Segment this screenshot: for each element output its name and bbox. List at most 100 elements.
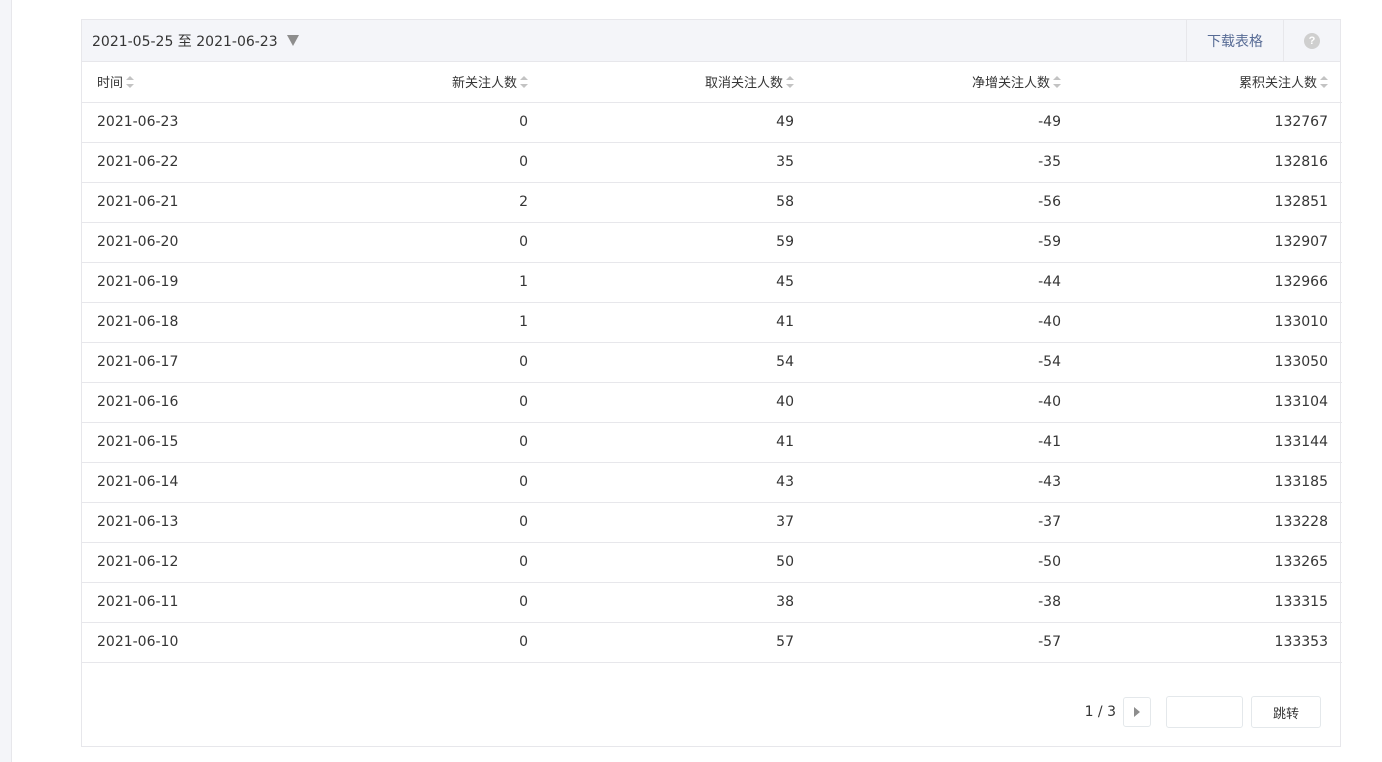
unfollowers-cell: 37: [542, 502, 808, 543]
new-followers-cell: 1: [262, 302, 542, 343]
table-row: 2021-06-10 0 57 -57 133353: [82, 622, 1342, 663]
sort-icon[interactable]: [786, 76, 794, 89]
new-followers-cell: 0: [262, 382, 542, 423]
table-toolbar: 2021-05-25 至 2021-06-23 下载表格 ?: [82, 20, 1340, 62]
stats-table: 时间 新关注人数 取消关注人数 净增关注人数 累积关注人数 2021-06-23…: [82, 62, 1342, 663]
data-table-panel: 2021-05-25 至 2021-06-23 下载表格 ? 时间 新关注人数 …: [81, 19, 1342, 747]
table-row: 2021-06-17 0 54 -54 133050: [82, 342, 1342, 383]
table-row: 2021-06-21 2 58 -56 132851: [82, 182, 1342, 223]
new-followers-cell: 0: [262, 542, 542, 583]
net-growth-cell: -37: [808, 502, 1075, 543]
sort-icon[interactable]: [126, 76, 135, 89]
net-growth-cell: -40: [808, 382, 1075, 423]
unfollowers-cell: 45: [542, 262, 808, 303]
table-row: 2021-06-12 0 50 -50 133265: [82, 542, 1342, 583]
column-header-date[interactable]: 时间: [82, 62, 262, 103]
new-followers-cell: 0: [262, 462, 542, 503]
date-cell: 2021-06-21: [82, 182, 262, 223]
date-cell: 2021-06-15: [82, 422, 262, 463]
date-range-picker[interactable]: 2021-05-25 至 2021-06-23: [82, 20, 1186, 61]
table-row: 2021-06-15 0 41 -41 133144: [82, 422, 1342, 463]
chevron-right-icon: [1134, 707, 1140, 717]
cumulative-cell: 133228: [1075, 502, 1342, 543]
column-header-label: 净增关注人数: [971, 76, 1050, 92]
date-cell: 2021-06-23: [82, 102, 262, 143]
net-growth-cell: -44: [808, 262, 1075, 303]
help-cell[interactable]: ?: [1283, 20, 1340, 61]
new-followers-cell: 0: [262, 102, 542, 143]
cumulative-cell: 132767: [1075, 102, 1342, 143]
unfollowers-cell: 35: [542, 142, 808, 183]
sort-icon[interactable]: [520, 76, 528, 89]
table-row: 2021-06-14 0 43 -43 133185: [82, 462, 1342, 503]
table-body: 2021-06-23 0 49 -49 132767 2021-06-22 0 35 -35 13…: [82, 102, 1342, 663]
new-followers-cell: 0: [262, 582, 542, 623]
new-followers-cell: 0: [262, 422, 542, 463]
unfollowers-cell: 54: [542, 342, 808, 383]
table-row: 2021-06-13 0 37 -37 133228: [82, 502, 1342, 543]
column-header-new-followers[interactable]: 新关注人数: [262, 62, 542, 103]
jump-button[interactable]: 跳转: [1251, 696, 1321, 728]
new-followers-cell: 1: [262, 262, 542, 303]
date-range-label: 2021-05-25 至 2021-06-23: [92, 33, 278, 50]
date-cell: 2021-06-18: [82, 302, 262, 343]
table-row: 2021-06-18 1 41 -40 133010: [82, 302, 1342, 343]
column-header-net-growth[interactable]: 净增关注人数: [808, 62, 1075, 103]
column-header-label: 累积关注人数: [1238, 76, 1317, 92]
table-row: 2021-06-16 0 40 -40 133104: [82, 382, 1342, 423]
cumulative-cell: 132816: [1075, 142, 1342, 183]
new-followers-cell: 0: [262, 342, 542, 383]
cumulative-cell: 133185: [1075, 462, 1342, 503]
download-table-button[interactable]: 下载表格: [1186, 20, 1283, 61]
cumulative-cell: 132966: [1075, 262, 1342, 303]
column-header-unfollowers[interactable]: 取消关注人数: [542, 62, 808, 103]
table-header-row: 时间 新关注人数 取消关注人数 净增关注人数 累积关注人数: [82, 62, 1342, 103]
table-row: 2021-06-11 0 38 -38 133315: [82, 582, 1342, 623]
unfollowers-cell: 40: [542, 382, 808, 423]
date-cell: 2021-06-22: [82, 142, 262, 183]
cumulative-cell: 133104: [1075, 382, 1342, 423]
new-followers-cell: 0: [262, 502, 542, 543]
left-rail: [0, 0, 12, 762]
column-header-cumulative[interactable]: 累积关注人数: [1075, 62, 1342, 103]
new-followers-cell: 0: [262, 222, 542, 263]
cumulative-cell: 132907: [1075, 222, 1342, 263]
new-followers-cell: 0: [262, 622, 542, 663]
unfollowers-cell: 57: [542, 622, 808, 663]
table-row: 2021-06-19 1 45 -44 132966: [82, 262, 1342, 303]
net-growth-cell: -57: [808, 622, 1075, 663]
net-growth-cell: -43: [808, 462, 1075, 503]
date-cell: 2021-06-13: [82, 502, 262, 543]
cumulative-cell: 133315: [1075, 582, 1342, 623]
date-cell: 2021-06-20: [82, 222, 262, 263]
date-cell: 2021-06-14: [82, 462, 262, 503]
column-header-label: 时间: [97, 76, 124, 92]
net-growth-cell: -40: [808, 302, 1075, 343]
date-cell: 2021-06-10: [82, 622, 262, 663]
new-followers-cell: 2: [262, 182, 542, 223]
pagination: 1 / 3 跳转: [1085, 696, 1321, 728]
caret-down-icon: [286, 35, 299, 46]
page-jump-input[interactable]: [1166, 696, 1243, 728]
net-growth-cell: -38: [808, 582, 1075, 623]
sort-icon[interactable]: [1320, 76, 1328, 89]
unfollowers-cell: 50: [542, 542, 808, 583]
cumulative-cell: 133050: [1075, 342, 1342, 383]
new-followers-cell: 0: [262, 142, 542, 183]
date-cell: 2021-06-11: [82, 582, 262, 623]
sort-icon[interactable]: [1053, 76, 1061, 89]
date-cell: 2021-06-16: [82, 382, 262, 423]
unfollowers-cell: 59: [542, 222, 808, 263]
table-row: 2021-06-22 0 35 -35 132816: [82, 142, 1342, 183]
cumulative-cell: 132851: [1075, 182, 1342, 223]
date-cell: 2021-06-17: [82, 342, 262, 383]
net-growth-cell: -54: [808, 342, 1075, 383]
question-circle-icon[interactable]: ?: [1304, 32, 1320, 49]
net-growth-cell: -56: [808, 182, 1075, 223]
column-header-label: 新关注人数: [451, 76, 517, 92]
column-header-label: 取消关注人数: [704, 76, 783, 92]
net-growth-cell: -35: [808, 142, 1075, 183]
table-row: 2021-06-20 0 59 -59 132907: [82, 222, 1342, 263]
next-page-button[interactable]: [1123, 697, 1151, 727]
net-growth-cell: -41: [808, 422, 1075, 463]
